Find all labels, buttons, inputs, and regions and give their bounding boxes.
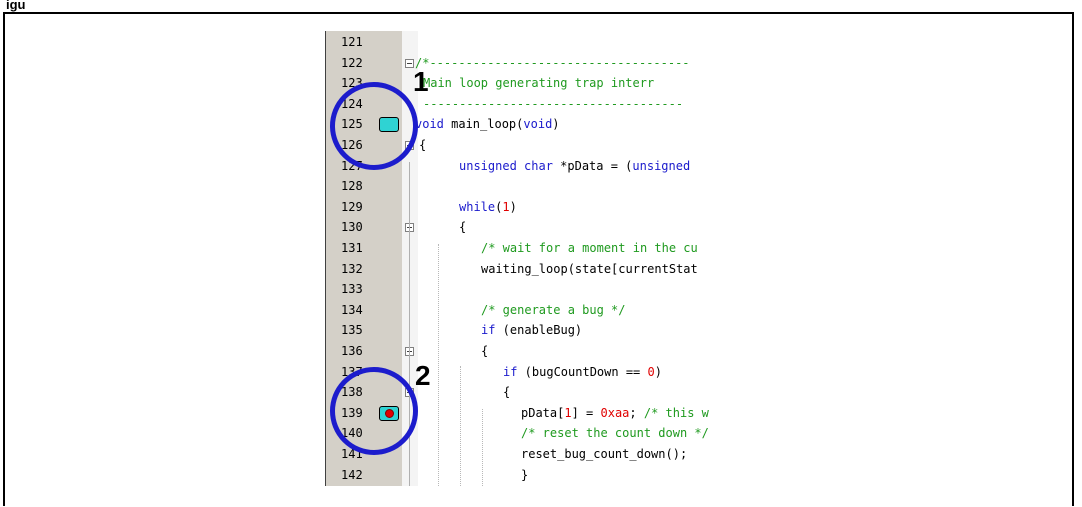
figure-label: igu [6, 0, 26, 12]
code-token: ] = [571, 405, 601, 420]
indent-guide [482, 409, 484, 486]
line-number[interactable]: 121 [341, 32, 381, 52]
code-token: while [459, 199, 496, 214]
code-token: { [459, 220, 467, 235]
code-token: main_loop( [443, 117, 524, 132]
code-line[interactable]: Main loop generating trap interr [423, 73, 654, 93]
code-line[interactable]: /* generate a bug */ [481, 300, 626, 320]
callout-circle [330, 82, 418, 170]
callout-circle [330, 367, 418, 455]
code-token: void [415, 117, 444, 132]
code-token: ) [509, 199, 517, 214]
code-token: /* wait for a moment in the cu [481, 241, 698, 255]
indent-guide [438, 244, 440, 486]
code-line[interactable]: { [503, 382, 510, 402]
code-token: } [521, 467, 529, 482]
line-number[interactable]: 133 [341, 279, 381, 299]
line-number[interactable]: 135 [341, 320, 381, 340]
code-token: /*------------------------------------ [415, 55, 690, 70]
code-line[interactable]: waiting_loop(state[currentStat [481, 259, 698, 279]
code-token: (bugCountDown == [517, 364, 648, 379]
line-number[interactable]: 134 [341, 300, 381, 320]
code-token: reset_bug_count_down(); [521, 447, 688, 461]
code-token: { [481, 344, 489, 358]
code-token: 1 [564, 405, 572, 420]
code-token: pData[ [521, 405, 565, 420]
code-token: { [419, 138, 427, 152]
code-line[interactable]: unsigned char *pData = (unsigned [459, 156, 690, 176]
code-token: Main loop generating trap interr [423, 76, 655, 91]
line-number[interactable]: 131 [341, 238, 381, 258]
line-number[interactable]: 122 [341, 53, 381, 73]
code-line[interactable]: { [481, 341, 488, 361]
code-token: ) [654, 364, 662, 379]
code-line[interactable]: if (bugCountDown == 0) [503, 362, 662, 382]
line-number[interactable]: 136 [341, 341, 381, 361]
code-token: if [481, 323, 496, 338]
code-line[interactable]: void main_loop(void) [415, 114, 560, 134]
code-token: 0 [647, 364, 655, 379]
code-token: { [503, 385, 511, 400]
code-line[interactable]: { [419, 135, 426, 155]
code-token: *pData = ( [552, 158, 633, 173]
code-token: waiting_loop(state[currentStat [481, 261, 698, 276]
code-line[interactable]: } [521, 465, 528, 485]
code-line[interactable]: /*------------------------------------ [415, 53, 690, 73]
code-token: unsigned char [459, 158, 553, 173]
code-token: 1 [502, 199, 510, 214]
code-line[interactable]: { [459, 217, 466, 237]
line-number[interactable]: 129 [341, 197, 381, 217]
code-token: /* generate a bug */ [481, 302, 626, 317]
code-token: unsigned [632, 158, 691, 173]
code-token: ) [552, 117, 560, 132]
code-line[interactable]: /* reset the count down */ [521, 423, 709, 443]
code-token: (enableBug) [495, 323, 583, 338]
code-token: ; [629, 405, 644, 420]
indent-guide [460, 366, 462, 486]
code-token: /* this w [643, 405, 709, 420]
line-number[interactable]: 130 [341, 217, 381, 237]
code-token: /* reset the count down */ [521, 426, 709, 441]
line-number[interactable]: 132 [341, 259, 381, 279]
line-number[interactable]: 128 [341, 176, 381, 196]
code-token: if [503, 364, 518, 379]
code-line[interactable]: /* wait for a moment in the cu [481, 238, 698, 258]
code-line[interactable]: pData[1] = 0xaa; /* this w [521, 403, 709, 423]
code-token: 0xaa [600, 405, 630, 420]
code-line[interactable]: while(1) [459, 197, 517, 217]
code-line[interactable]: ------------------------------------ [423, 94, 683, 114]
line-number[interactable]: 142 [341, 465, 381, 485]
code-line[interactable]: if (enableBug) [481, 320, 582, 340]
code-token: ------------------------------------ [423, 96, 684, 111]
callout-number: 1 [413, 66, 429, 97]
code-token: void [523, 117, 553, 132]
callout-number: 2 [415, 360, 431, 391]
code-line[interactable]: reset_bug_count_down(); [521, 444, 687, 464]
